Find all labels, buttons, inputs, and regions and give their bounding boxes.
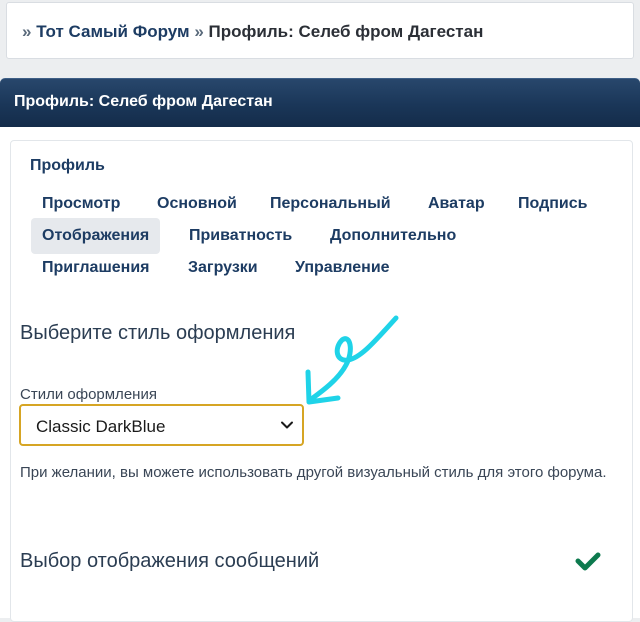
tab-additional[interactable]: Дополнительно — [330, 226, 456, 246]
breadcrumb-link-forum[interactable]: Тот Самый Форум — [36, 22, 189, 41]
breadcrumb-box: » Тот Самый Форум » Профиль: Селеб фром … — [6, 2, 634, 59]
tab-signature[interactable]: Подпись — [518, 194, 587, 214]
breadcrumb-separator: » — [22, 22, 32, 41]
tab-privacy[interactable]: Приватность — [189, 226, 292, 246]
tab-management[interactable]: Управление — [295, 258, 390, 278]
tab-uploads[interactable]: Загрузки — [188, 258, 258, 278]
tab-invitations[interactable]: Приглашения — [42, 258, 150, 278]
panel-title: Профиль: Селеб фром Дагестан — [14, 93, 273, 110]
messages-section-title[interactable]: Выбор отображения сообщений — [20, 550, 319, 573]
check-icon[interactable] — [575, 551, 601, 573]
chevron-down-icon — [281, 421, 293, 429]
style-field-label: Стили оформления — [20, 386, 157, 403]
tab-view[interactable]: Просмотр — [42, 194, 120, 214]
style-select[interactable]: Classic DarkBlue — [19, 404, 304, 446]
style-section-title: Выберите стиль оформления — [20, 322, 296, 344]
style-hint: При желании, вы можете использовать друг… — [20, 464, 607, 481]
tab-basic[interactable]: Основной — [157, 194, 237, 214]
breadcrumb-current: Профиль: Селеб фром Дагестан — [208, 22, 484, 41]
tab-avatar[interactable]: Аватар — [428, 194, 485, 214]
arrow-icon — [305, 315, 399, 405]
tab-display[interactable]: Отображения — [31, 218, 161, 254]
style-select-value: Classic DarkBlue — [36, 417, 166, 436]
profile-menu-heading: Профиль — [30, 157, 105, 174]
breadcrumb: » Тот Самый Форум » Профиль: Селеб фром … — [22, 22, 483, 42]
tab-personal[interactable]: Персональный — [270, 194, 391, 214]
breadcrumb-separator: » — [194, 22, 204, 41]
